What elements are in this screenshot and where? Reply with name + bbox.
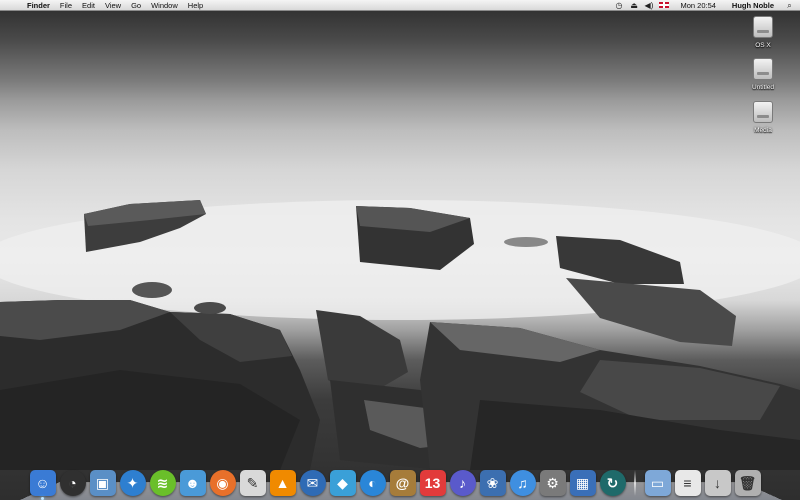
menu-help[interactable]: Help [183,0,208,11]
preview-icon[interactable]: ▣ [89,470,116,496]
dock-item[interactable]: ▣ [88,464,117,496]
hard-drive-icon[interactable] [753,101,773,123]
menu-user[interactable]: Hugh Noble [727,0,779,11]
dock-item[interactable]: 13 [418,464,447,496]
dock-item[interactable]: ▭ [643,464,672,496]
volume-icon[interactable]: ◀) [644,0,654,11]
desktop-disk-untitled[interactable]: Untitled [741,58,785,92]
dock-item[interactable]: ▲ [268,464,297,496]
spaces-icon[interactable]: ▦ [569,470,596,496]
dock-item[interactable]: ↻ [598,464,627,496]
menu-extras: ◷ ⏏ ◀) Mon 20:54 Hugh Noble ⌕ [614,0,800,11]
dock-item[interactable]: ✉ [298,464,327,496]
dock-item[interactable]: @ [388,464,417,496]
dock-item[interactable]: ✎ [238,464,267,496]
dock-item[interactable]: ⚙ [538,464,567,496]
disk-label: Media [754,127,772,134]
menu-bar: Finder File Edit View Go Window Help ◷ ⏏… [0,0,800,11]
desktop-wallpaper [0,0,800,500]
ical-icon[interactable]: 13 [419,470,446,496]
itunes-icon[interactable]: ♪ [449,470,476,496]
menu-clock[interactable]: Mon 20:54 [675,0,720,11]
wallpaper-rocks [0,200,800,470]
disk-label: OS X [755,42,771,49]
safari-icon[interactable]: ✦ [119,470,146,496]
disk-label: Untitled [751,84,775,91]
itunes-music-icon[interactable]: ♫ [509,470,536,496]
ichat-video-icon[interactable]: ◐ [359,470,386,496]
system-preferences-icon[interactable]: ⚙ [539,470,566,496]
dock-separator[interactable] [634,470,636,496]
spotify-icon[interactable]: ≋ [149,470,176,496]
spotlight-icon[interactable]: ⌕ [785,0,794,11]
dock-item[interactable]: ◐ [358,464,387,496]
firefox-icon[interactable]: ◉ [209,470,236,496]
dock-item[interactable]: 🗑 [733,464,762,496]
eject-icon[interactable]: ⏏ [629,0,638,11]
thunderbird-icon[interactable]: ✉ [299,470,326,496]
iphoto-icon[interactable]: ❀ [479,470,506,496]
documents-stack-icon[interactable]: ≡ [674,470,701,496]
dock-item[interactable]: ◆ [328,464,357,496]
dock-item[interactable]: ↓ [703,464,732,496]
dock-item[interactable]: ≋ [148,464,177,496]
applications-folder-icon[interactable]: ▭ [644,470,671,496]
dock-item[interactable]: ≡ [673,464,702,496]
desktop-disk-media[interactable]: Media [741,101,785,135]
menu-window[interactable]: Window [146,0,183,11]
address-book-icon[interactable]: @ [389,470,416,496]
finder-icon[interactable]: ☺ [29,470,56,496]
downloads-stack-icon[interactable]: ↓ [704,470,731,496]
hard-drive-icon[interactable] [753,16,773,38]
textedit-icon[interactable]: ✎ [239,470,266,496]
dock: ☺ ◔ ▣ ✦ ≋ ☻ ◉ ✎ ▲ ✉ ◆ ◐ @13 ♪ ❀ ♫ ⚙ ▦ ↻ ▭ ≡ ↓ 🗑 [28,456,778,500]
dock-item[interactable]: ✦ [118,464,147,496]
menu-file[interactable]: File [55,0,77,11]
dashboard-icon[interactable]: ◔ [59,470,86,496]
dock-item[interactable]: ◉ [208,464,237,496]
menu-edit[interactable]: Edit [77,0,100,11]
dock-item[interactable]: ▦ [568,464,597,496]
vlc-icon[interactable]: ▲ [269,470,296,496]
dock-item[interactable]: ❀ [478,464,507,496]
trash-icon[interactable]: 🗑 [734,470,761,496]
time-machine-icon[interactable]: ↻ [599,470,626,496]
menu-view[interactable]: View [100,0,126,11]
hard-drive-icon[interactable] [753,58,773,80]
dock-item[interactable]: ☺ [28,464,57,500]
dock-item[interactable]: ◔ [58,464,87,496]
dock-item[interactable]: ☻ [178,464,207,496]
menu-app-name[interactable]: Finder [22,0,55,11]
menu-go[interactable]: Go [126,0,146,11]
dock-item[interactable]: ♪ [448,464,477,496]
ichat-icon[interactable]: ☻ [179,470,206,496]
desktop-disk-os-x[interactable]: OS X [741,16,785,50]
flag-icon[interactable] [659,2,670,8]
dock-item[interactable]: ♫ [508,464,537,496]
fish-app-icon[interactable]: ◆ [329,470,356,496]
time-machine-icon[interactable]: ◷ [614,0,623,11]
